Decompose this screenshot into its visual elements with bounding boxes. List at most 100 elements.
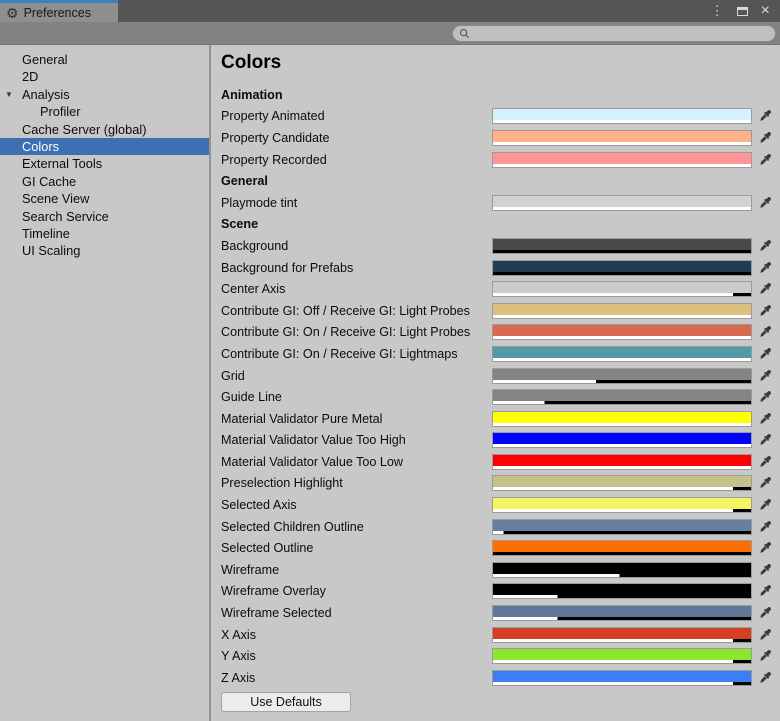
- color-swatch[interactable]: [492, 432, 752, 448]
- color-value: [493, 131, 751, 142]
- eyedropper-icon[interactable]: [752, 412, 774, 426]
- color-value: [493, 347, 751, 358]
- color-swatch[interactable]: [492, 152, 752, 168]
- color-swatch[interactable]: [492, 454, 752, 470]
- color-swatch[interactable]: [492, 562, 752, 578]
- eyedropper-icon[interactable]: [752, 541, 774, 555]
- sidebar-item-gi-cache[interactable]: GI Cache: [0, 173, 209, 190]
- tab-preferences[interactable]: ⚙ Preferences: [0, 0, 118, 22]
- eyedropper-icon[interactable]: [752, 261, 774, 275]
- color-swatch[interactable]: [492, 238, 752, 254]
- color-label: Wireframe Selected: [221, 606, 492, 620]
- search-input[interactable]: [474, 27, 769, 40]
- color-swatch[interactable]: [492, 281, 752, 297]
- color-label: Contribute GI: On / Receive GI: Lightmap…: [221, 347, 492, 361]
- color-row: Background for Prefabs: [221, 257, 774, 279]
- color-swatch[interactable]: [492, 260, 752, 276]
- eyedropper-icon[interactable]: [752, 649, 774, 663]
- sidebar-item-profiler[interactable]: Profiler: [0, 103, 209, 120]
- color-value: [493, 584, 751, 595]
- color-swatch[interactable]: [492, 411, 752, 427]
- color-swatch[interactable]: [492, 605, 752, 621]
- color-label: X Axis: [221, 628, 492, 642]
- sidebar-item-timeline[interactable]: Timeline: [0, 225, 209, 242]
- color-swatch[interactable]: [492, 108, 752, 124]
- close-icon[interactable]: ×: [761, 3, 770, 19]
- eyedropper-icon[interactable]: [752, 369, 774, 383]
- sidebar-item-search-service[interactable]: Search Service: [0, 208, 209, 225]
- foldout-arrow-icon[interactable]: ▼: [5, 86, 13, 103]
- eyedropper-icon[interactable]: [752, 109, 774, 123]
- eyedropper-icon[interactable]: [752, 239, 774, 253]
- color-swatch[interactable]: [492, 475, 752, 491]
- sidebar: General2D▼ AnalysisProfiler Cache Server (…: [0, 45, 211, 721]
- eyedropper-icon[interactable]: [752, 671, 774, 685]
- color-row: Contribute GI: On / Receive GI: Lightmap…: [221, 343, 774, 365]
- color-swatch[interactable]: [492, 627, 752, 643]
- eyedropper-icon[interactable]: [752, 347, 774, 361]
- sidebar-item-ui-scaling[interactable]: UI Scaling: [0, 242, 209, 259]
- eyedropper-icon[interactable]: [752, 304, 774, 318]
- eyedropper-icon[interactable]: [752, 606, 774, 620]
- color-swatch[interactable]: [492, 346, 752, 362]
- eyedropper-icon[interactable]: [752, 584, 774, 598]
- color-field: [492, 195, 774, 211]
- sidebar-item-label: Cache Server (global): [22, 122, 146, 137]
- sidebar-item-colors[interactable]: Colors: [0, 138, 209, 155]
- section-header: Scene: [221, 217, 774, 231]
- color-swatch[interactable]: [492, 130, 752, 146]
- color-field: [492, 454, 774, 470]
- color-swatch[interactable]: [492, 324, 752, 340]
- color-row: Contribute GI: Off / Receive GI: Light P…: [221, 300, 774, 322]
- maximize-icon[interactable]: [737, 7, 748, 16]
- section-header-row: Scene: [221, 214, 774, 236]
- eyedropper-icon[interactable]: [752, 153, 774, 167]
- color-swatch[interactable]: [492, 540, 752, 556]
- color-swatch[interactable]: [492, 670, 752, 686]
- eyedropper-icon[interactable]: [752, 476, 774, 490]
- color-value: [493, 433, 751, 444]
- color-swatch[interactable]: [492, 303, 752, 319]
- color-swatch[interactable]: [492, 583, 752, 599]
- color-swatch[interactable]: [492, 519, 752, 535]
- alpha-bar: [493, 315, 751, 318]
- color-row: Background: [221, 235, 774, 257]
- sidebar-item-analysis[interactable]: ▼ Analysis: [0, 86, 209, 103]
- eyedropper-icon[interactable]: [752, 282, 774, 296]
- alpha-bar: [493, 336, 751, 339]
- color-value: [493, 628, 751, 639]
- toolbar: [0, 22, 780, 45]
- eyedropper-icon[interactable]: [752, 196, 774, 210]
- eyedropper-icon[interactable]: [752, 433, 774, 447]
- sidebar-item-2d[interactable]: 2D: [0, 68, 209, 85]
- eyedropper-icon[interactable]: [752, 520, 774, 534]
- color-label: Property Recorded: [221, 153, 492, 167]
- color-swatch[interactable]: [492, 648, 752, 664]
- color-swatch[interactable]: [492, 497, 752, 513]
- use-defaults-button[interactable]: Use Defaults: [221, 692, 351, 712]
- eyedropper-icon[interactable]: [752, 325, 774, 339]
- eyedropper-icon[interactable]: [752, 628, 774, 642]
- color-field: [492, 540, 774, 556]
- color-value: [493, 541, 751, 552]
- search-box[interactable]: [452, 25, 776, 42]
- color-swatch[interactable]: [492, 389, 752, 405]
- color-swatch[interactable]: [492, 195, 752, 211]
- color-swatch[interactable]: [492, 368, 752, 384]
- color-label: Property Candidate: [221, 131, 492, 145]
- alpha-bar: [493, 293, 751, 296]
- eyedropper-icon[interactable]: [752, 390, 774, 404]
- eyedropper-icon[interactable]: [752, 131, 774, 145]
- sidebar-item-cache-server-global[interactable]: Cache Server (global): [0, 121, 209, 138]
- color-field: [492, 324, 774, 340]
- sidebar-item-general[interactable]: General: [0, 51, 209, 68]
- eyedropper-icon[interactable]: [752, 455, 774, 469]
- kebab-menu-icon[interactable]: ⋮: [711, 3, 724, 19]
- sidebar-item-scene-view[interactable]: Scene View: [0, 190, 209, 207]
- color-row: Wireframe Selected: [221, 602, 774, 624]
- sidebar-item-external-tools[interactable]: External Tools: [0, 155, 209, 172]
- color-label: Material Validator Value Too Low: [221, 455, 492, 469]
- sidebar-item-label: Analysis: [22, 87, 70, 102]
- eyedropper-icon[interactable]: [752, 498, 774, 512]
- eyedropper-icon[interactable]: [752, 563, 774, 577]
